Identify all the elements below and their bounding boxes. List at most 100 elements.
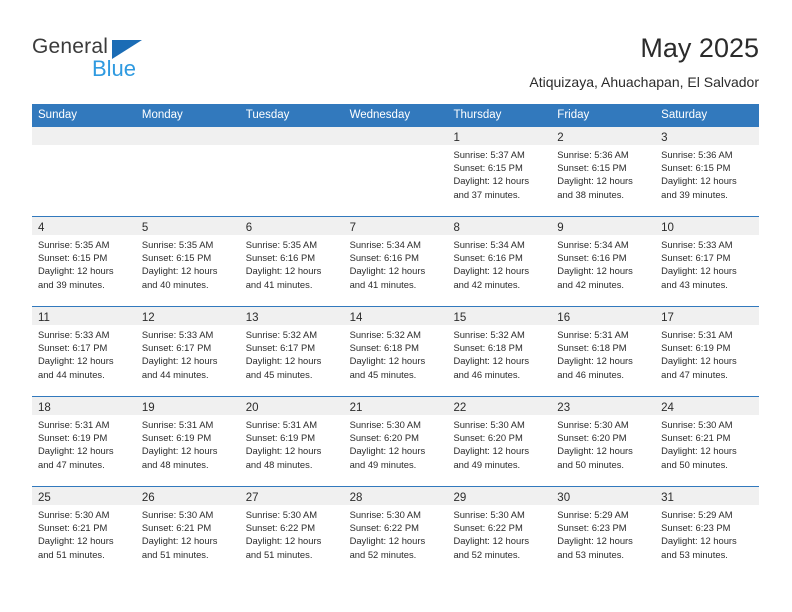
daylight-text-line1: Daylight: 12 hours bbox=[557, 535, 633, 547]
day-cell[interactable]: 11 Sunrise: 5:33 AM Sunset: 6:17 PM Dayligh… bbox=[32, 307, 136, 396]
title-block: May 2025 Atiquizaya, Ahuachapan, El Salv… bbox=[529, 32, 759, 92]
day-number: 9 bbox=[557, 222, 564, 234]
day-number-band bbox=[32, 127, 136, 145]
day-number-band: 27 bbox=[239, 487, 344, 505]
daylight-text-line2: and 42 minutes. bbox=[557, 278, 625, 290]
sunrise-text: Sunrise: 5:30 AM bbox=[141, 509, 214, 520]
day-cell[interactable]: 5 Sunrise: 5:35 AM Sunset: 6:15 PM Daylight… bbox=[135, 217, 240, 306]
daylight-text-line2: and 51 minutes. bbox=[141, 548, 209, 560]
day-details: Sunrise: 5:36 AM Sunset: 6:15 PM Daylight:… bbox=[551, 145, 655, 201]
day-cell[interactable]: 29 Sunrise: 5:30 AM Sunset: 6:22 PM Dayligh… bbox=[447, 487, 552, 576]
day-cell[interactable]: 28 Sunrise: 5:30 AM Sunset: 6:22 PM Dayligh… bbox=[343, 487, 448, 576]
day-cell[interactable]: 8 Sunrise: 5:34 AM Sunset: 6:16 PM Daylight… bbox=[447, 217, 552, 306]
day-cell[interactable]: 24 Sunrise: 5:30 AM Sunset: 6:21 PM Dayligh… bbox=[655, 397, 760, 486]
day-cell[interactable]: 4 Sunrise: 5:35 AM Sunset: 6:15 PM Daylight… bbox=[32, 217, 136, 306]
day-number: 20 bbox=[245, 402, 259, 414]
day-cell[interactable]: 15 Sunrise: 5:32 AM Sunset: 6:18 PM Dayligh… bbox=[447, 307, 552, 396]
daylight-text-line1: Daylight: 12 hours bbox=[349, 445, 426, 457]
day-cell[interactable]: 25 Sunrise: 5:30 AM Sunset: 6:21 PM Dayligh… bbox=[32, 487, 136, 576]
weekday-friday: Friday bbox=[557, 109, 590, 121]
day-cell[interactable]: 23 Sunrise: 5:30 AM Sunset: 6:20 PM Dayligh… bbox=[551, 397, 656, 486]
page-header: General Blue May 2025 Atiquizaya, Ahuach… bbox=[32, 32, 759, 94]
day-cell[interactable]: 21 Sunrise: 5:30 AM Sunset: 6:20 PM Dayligh… bbox=[343, 397, 448, 486]
day-cell[interactable]: 12 Sunrise: 5:33 AM Sunset: 6:17 PM Dayligh… bbox=[135, 307, 240, 396]
day-cell[interactable]: 20 Sunrise: 5:31 AM Sunset: 6:19 PM Dayligh… bbox=[239, 397, 344, 486]
daylight-text-line1: Daylight: 12 hours bbox=[245, 535, 322, 547]
sunset-text: Sunset: 6:16 PM bbox=[245, 252, 316, 264]
daylight-text-line2: and 44 minutes. bbox=[141, 368, 209, 380]
daylight-text-line2: and 48 minutes. bbox=[245, 458, 313, 470]
day-details: Sunrise: 5:31 AM Sunset: 6:19 PM Daylight:… bbox=[136, 415, 240, 471]
day-cell[interactable]: 13 Sunrise: 5:32 AM Sunset: 6:17 PM Dayligh… bbox=[239, 307, 344, 396]
day-cell[interactable]: 14 Sunrise: 5:32 AM Sunset: 6:18 PM Dayligh… bbox=[343, 307, 448, 396]
sunrise-text: Sunrise: 5:36 AM bbox=[661, 149, 733, 160]
day-cell[interactable]: 27 Sunrise: 5:30 AM Sunset: 6:22 PM Dayligh… bbox=[239, 487, 344, 576]
daylight-text-line2: and 53 minutes. bbox=[557, 548, 625, 560]
daylight-text-line1: Daylight: 12 hours bbox=[349, 265, 426, 277]
day-cell[interactable]: 30 Sunrise: 5:29 AM Sunset: 6:23 PM Dayligh… bbox=[551, 487, 656, 576]
day-details: Sunrise: 5:35 AM Sunset: 6:15 PM Daylight:… bbox=[136, 235, 240, 291]
daylight-text-line1: Daylight: 12 hours bbox=[141, 355, 218, 367]
day-number-band: 20 bbox=[239, 397, 344, 415]
day-number: 11 bbox=[38, 312, 50, 324]
day-number-band: 21 bbox=[343, 397, 448, 415]
day-number: 13 bbox=[245, 312, 259, 324]
day-cell[interactable]: 26 Sunrise: 5:30 AM Sunset: 6:21 PM Dayligh… bbox=[135, 487, 240, 576]
sunrise-text: Sunrise: 5:32 AM bbox=[245, 329, 318, 340]
daylight-text-line1: Daylight: 12 hours bbox=[141, 445, 218, 457]
day-details: Sunrise: 5:33 AM Sunset: 6:17 PM Daylight:… bbox=[655, 235, 759, 291]
day-number-band: 29 bbox=[447, 487, 552, 505]
sunset-text: Sunset: 6:19 PM bbox=[245, 432, 316, 444]
day-details: Sunrise: 5:30 AM Sunset: 6:21 PM Daylight:… bbox=[136, 505, 240, 561]
day-cell[interactable]: 3 Sunrise: 5:36 AM Sunset: 6:15 PM Daylight… bbox=[655, 127, 760, 216]
sunrise-text: Sunrise: 5:33 AM bbox=[141, 329, 214, 340]
day-cell[interactable]: 18 Sunrise: 5:31 AM Sunset: 6:19 PM Dayligh… bbox=[32, 397, 136, 486]
day-number-band: 7 bbox=[343, 217, 448, 235]
day-number-band: 6 bbox=[239, 217, 344, 235]
sunset-text: Sunset: 6:16 PM bbox=[349, 252, 419, 264]
day-cell[interactable]: 17 Sunrise: 5:31 AM Sunset: 6:19 PM Dayligh… bbox=[655, 307, 760, 396]
sunset-text: Sunset: 6:19 PM bbox=[661, 342, 731, 354]
day-details: Sunrise: 5:33 AM Sunset: 6:17 PM Daylight:… bbox=[136, 325, 240, 381]
daylight-text-line1: Daylight: 12 hours bbox=[141, 535, 218, 547]
day-number: 8 bbox=[453, 222, 460, 234]
day-details: Sunrise: 5:35 AM Sunset: 6:16 PM Daylight:… bbox=[240, 235, 344, 291]
daylight-text-line2: and 50 minutes. bbox=[557, 458, 625, 470]
day-details: Sunrise: 5:32 AM Sunset: 6:18 PM Daylight:… bbox=[344, 325, 448, 381]
sunset-text: Sunset: 6:15 PM bbox=[661, 162, 731, 174]
day-number-band: 15 bbox=[447, 307, 552, 325]
daylight-text-line1: Daylight: 12 hours bbox=[661, 445, 737, 457]
day-cell[interactable]: 31 Sunrise: 5:29 AM Sunset: 6:23 PM Dayligh… bbox=[655, 487, 760, 576]
day-cell[interactable]: 1 Sunrise: 5:37 AM Sunset: 6:15 PM Daylight… bbox=[447, 127, 552, 216]
sunset-text: Sunset: 6:23 PM bbox=[661, 522, 731, 534]
general-blue-logo[interactable]: General Blue bbox=[32, 36, 162, 88]
day-cell[interactable]: 22 Sunrise: 5:30 AM Sunset: 6:20 PM Dayligh… bbox=[447, 397, 552, 486]
day-details: Sunrise: 5:32 AM Sunset: 6:17 PM Daylight:… bbox=[240, 325, 344, 381]
daylight-text-line1: Daylight: 12 hours bbox=[557, 175, 633, 187]
daylight-text-line1: Daylight: 12 hours bbox=[453, 445, 530, 457]
day-cell[interactable]: 9 Sunrise: 5:34 AM Sunset: 6:16 PM Daylight… bbox=[551, 217, 656, 306]
day-number-band: 11 bbox=[32, 307, 136, 325]
daylight-text-line2: and 44 minutes. bbox=[38, 368, 105, 380]
sunset-text: Sunset: 6:20 PM bbox=[557, 432, 627, 444]
sunrise-text: Sunrise: 5:30 AM bbox=[453, 419, 525, 430]
day-number-band bbox=[135, 127, 240, 145]
day-details: Sunrise: 5:31 AM Sunset: 6:19 PM Daylight:… bbox=[655, 325, 759, 381]
day-number: 30 bbox=[557, 492, 571, 504]
sunrise-text: Sunrise: 5:36 AM bbox=[557, 149, 629, 160]
day-number: 12 bbox=[141, 312, 155, 324]
day-cell[interactable]: 7 Sunrise: 5:34 AM Sunset: 6:16 PM Daylight… bbox=[343, 217, 448, 306]
day-cell[interactable]: 16 Sunrise: 5:31 AM Sunset: 6:18 PM Dayligh… bbox=[551, 307, 656, 396]
week-row: 1 Sunrise: 5:37 AM Sunset: 6:15 PM Daylight… bbox=[32, 127, 760, 216]
day-number: 16 bbox=[557, 312, 571, 324]
day-cell[interactable]: 19 Sunrise: 5:31 AM Sunset: 6:19 PM Dayligh… bbox=[135, 397, 240, 486]
day-cell-empty bbox=[343, 127, 448, 216]
day-cell[interactable]: 2 Sunrise: 5:36 AM Sunset: 6:15 PM Daylight… bbox=[551, 127, 656, 216]
daylight-text-line2: and 51 minutes. bbox=[245, 548, 313, 560]
sunrise-text: Sunrise: 5:35 AM bbox=[38, 239, 110, 250]
day-number: 18 bbox=[38, 402, 51, 414]
day-details: Sunrise: 5:34 AM Sunset: 6:16 PM Daylight:… bbox=[447, 235, 551, 291]
day-cell[interactable]: 10 Sunrise: 5:33 AM Sunset: 6:17 PM Dayligh… bbox=[655, 217, 760, 306]
day-cell[interactable]: 6 Sunrise: 5:35 AM Sunset: 6:16 PM Daylight… bbox=[239, 217, 344, 306]
day-details: Sunrise: 5:30 AM Sunset: 6:21 PM Daylight:… bbox=[32, 505, 136, 561]
